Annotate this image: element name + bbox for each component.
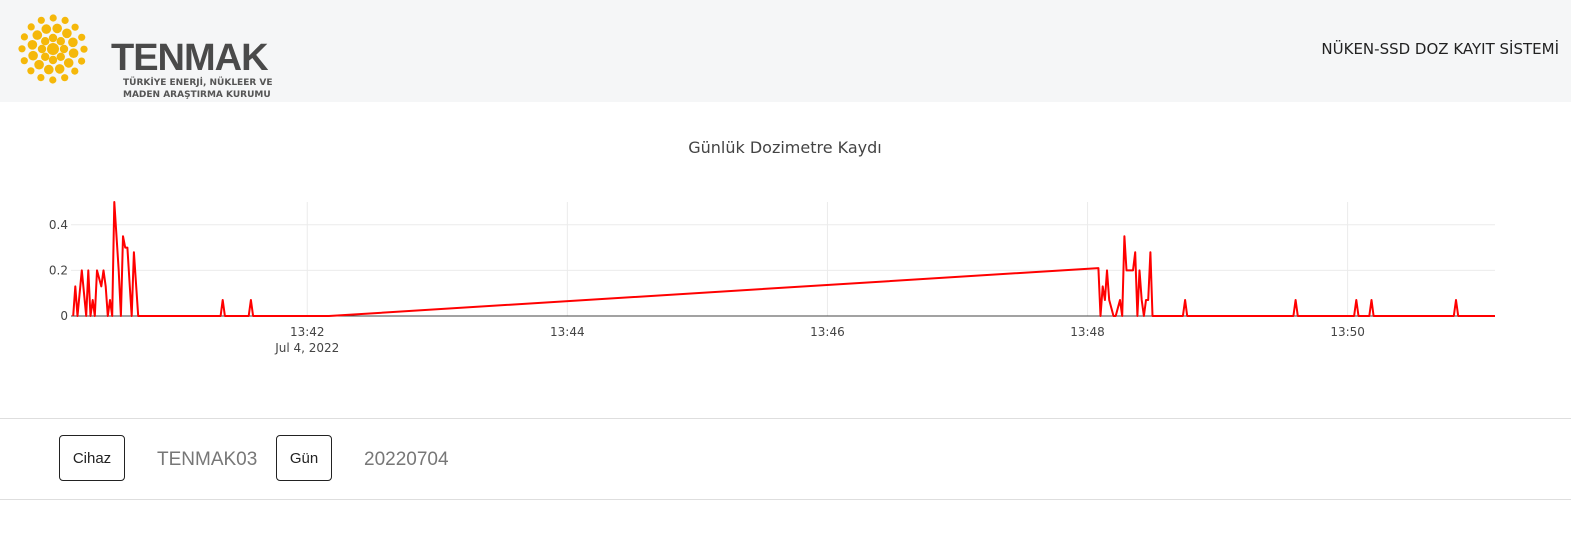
y-tick-label: 0.2 [49, 263, 68, 277]
day-button[interactable]: Gün [276, 435, 332, 481]
x-tick-label: 13:50 [1330, 325, 1365, 339]
logo-dot [27, 23, 35, 31]
x-date-label: Jul 4, 2022 [274, 341, 339, 355]
logo-dot [44, 64, 54, 75]
x-tick-label: 13:46 [810, 325, 845, 339]
logo-dot [54, 64, 65, 74]
logo-dot [48, 33, 58, 43]
tenmak-logo[interactable]: TENMAK TÜRKİYE ENERJİ, NÜKLEER VE MADEN … [12, 12, 312, 100]
control-bar: Cihaz TENMAK03 Gün 20220704 [0, 419, 1571, 499]
divider-bottom [0, 499, 1571, 500]
logo-dot [56, 37, 65, 46]
logo-dot [62, 28, 72, 39]
logo-dot [61, 74, 69, 82]
chart-svg[interactable]: Günlük Dozimetre Kaydı 0 0.2 0.4 13:42 Jul … [0, 102, 1571, 418]
chart-title: Günlük Dozimetre Kaydı [688, 138, 882, 157]
brand-name: TENMAK [111, 37, 269, 79]
dose-chart[interactable]: Günlük Dozimetre Kaydı 0 0.2 0.4 13:42 Jul … [0, 102, 1571, 418]
logo-dot [78, 33, 86, 41]
logo-dot [37, 74, 45, 82]
logo-dot [41, 52, 50, 61]
logo-dot [56, 52, 65, 61]
logo-dot [41, 24, 52, 34]
y-tick-label: 0 [60, 309, 68, 323]
logo-dot [59, 44, 69, 54]
logo-sun-icon [18, 14, 88, 84]
logo-dot [47, 43, 59, 55]
logo-dot [49, 14, 57, 22]
logo-dot [34, 59, 44, 70]
day-value: 20220704 [364, 449, 449, 470]
logo-dot [18, 45, 26, 53]
device-value: TENMAK03 [157, 449, 258, 470]
logo-dot [80, 45, 88, 53]
logo-dot [71, 23, 79, 31]
top-header: TENMAK TÜRKİYE ENERJİ, NÜKLEER VE MADEN … [0, 0, 1571, 102]
x-tick-label: 13:42 [290, 325, 325, 339]
logo-dot [27, 40, 38, 50]
logo-dot [68, 37, 78, 48]
logo-dot [78, 57, 86, 65]
logo-dot [63, 58, 74, 68]
logo-dot [32, 30, 43, 40]
logo-dot [52, 23, 62, 34]
device-button[interactable]: Cihaz [59, 435, 125, 481]
logo-dot [68, 48, 79, 58]
logo-dot [48, 55, 58, 65]
dose-series-line[interactable] [72, 201, 1495, 317]
brand-subtitle: TÜRKİYE ENERJİ, NÜKLEER VE MADEN ARAŞTIR… [123, 78, 273, 100]
logo-dot [41, 37, 50, 46]
logo-dot [37, 44, 47, 54]
logo-dot [49, 76, 57, 84]
logo-dot [37, 16, 45, 24]
logo-dot [28, 50, 38, 61]
logo-dot [20, 57, 28, 65]
x-tick-label: 13:44 [550, 325, 585, 339]
logo-dot [71, 67, 79, 75]
logo-dot [20, 33, 28, 41]
x-tick-label: 13:48 [1070, 325, 1105, 339]
y-tick-label: 0.4 [49, 218, 68, 232]
logo-dot [61, 16, 69, 24]
system-title: NÜKEN-SSD DOZ KAYIT SİSTEMİ [1321, 40, 1559, 58]
logo-dot [27, 67, 35, 75]
